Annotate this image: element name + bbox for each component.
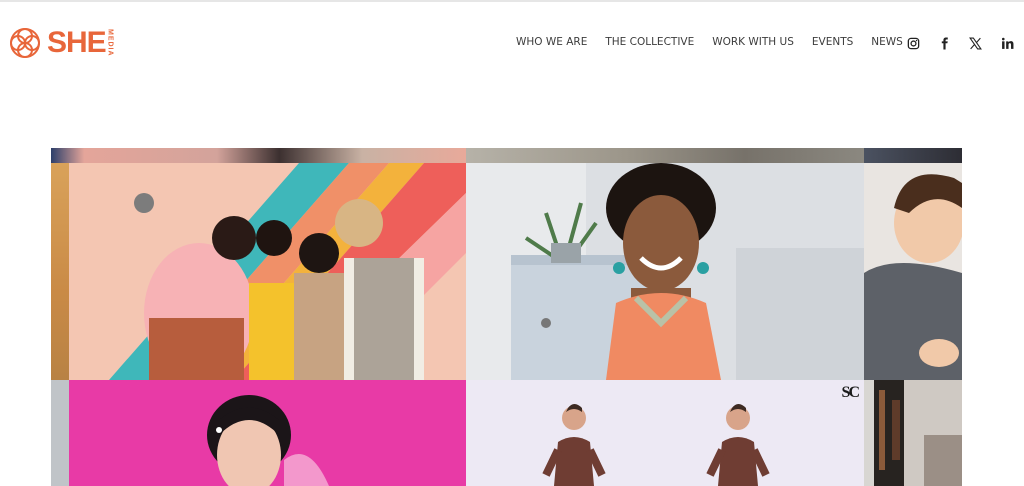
logo-wordmark: SHE: [47, 26, 107, 59]
x-icon[interactable]: [967, 35, 983, 51]
nav-news[interactable]: NEWS: [871, 36, 903, 48]
gallery-edge-left-bottom: [51, 380, 69, 486]
gallery-photo-room[interactable]: [864, 380, 962, 486]
video-watermark: SC: [841, 384, 861, 401]
room-image: [864, 380, 962, 486]
flower-logo-icon: [10, 28, 40, 58]
site-header: SHE MEDIA WHO WE ARE THE COLLECTIVE WORK…: [0, 0, 1024, 90]
facebook-icon[interactable]: [936, 35, 952, 51]
nav-who-we-are[interactable]: WHO WE ARE: [516, 36, 587, 48]
main-nav: WHO WE ARE THE COLLECTIVE WORK WITH US E…: [516, 36, 921, 48]
gallery-edge-left-top: [51, 163, 69, 380]
nav-the-collective[interactable]: THE COLLECTIVE: [605, 36, 694, 48]
gallery-strip-top-right: [864, 148, 962, 163]
twin-dancers-image: [466, 380, 864, 486]
logo-subtext: MEDIA: [106, 29, 114, 57]
group-selfie-image: [69, 163, 466, 380]
gallery-video-twins[interactable]: SC: [466, 380, 864, 486]
pink-portrait-image: [69, 380, 466, 486]
instagram-icon[interactable]: [905, 35, 921, 51]
photo-gallery: SC: [51, 148, 962, 486]
toddler-image: [864, 163, 962, 380]
nav-work-with-us[interactable]: WORK WITH US: [712, 36, 794, 48]
nav-events[interactable]: EVENTS: [812, 36, 853, 48]
gallery-photo-group-selfie[interactable]: [69, 163, 466, 380]
linkedin-icon[interactable]: [999, 35, 1015, 51]
gallery-photo-smiling-woman[interactable]: [466, 163, 864, 380]
she-media-logo[interactable]: SHE MEDIA: [7, 26, 114, 60]
smiling-woman-image: [466, 163, 864, 380]
gallery-strip-top-middle: [466, 148, 864, 163]
gallery-photo-toddler[interactable]: [864, 163, 962, 380]
gallery-photo-pink-portrait[interactable]: [69, 380, 466, 486]
gallery-strip-top-left: [51, 148, 466, 163]
